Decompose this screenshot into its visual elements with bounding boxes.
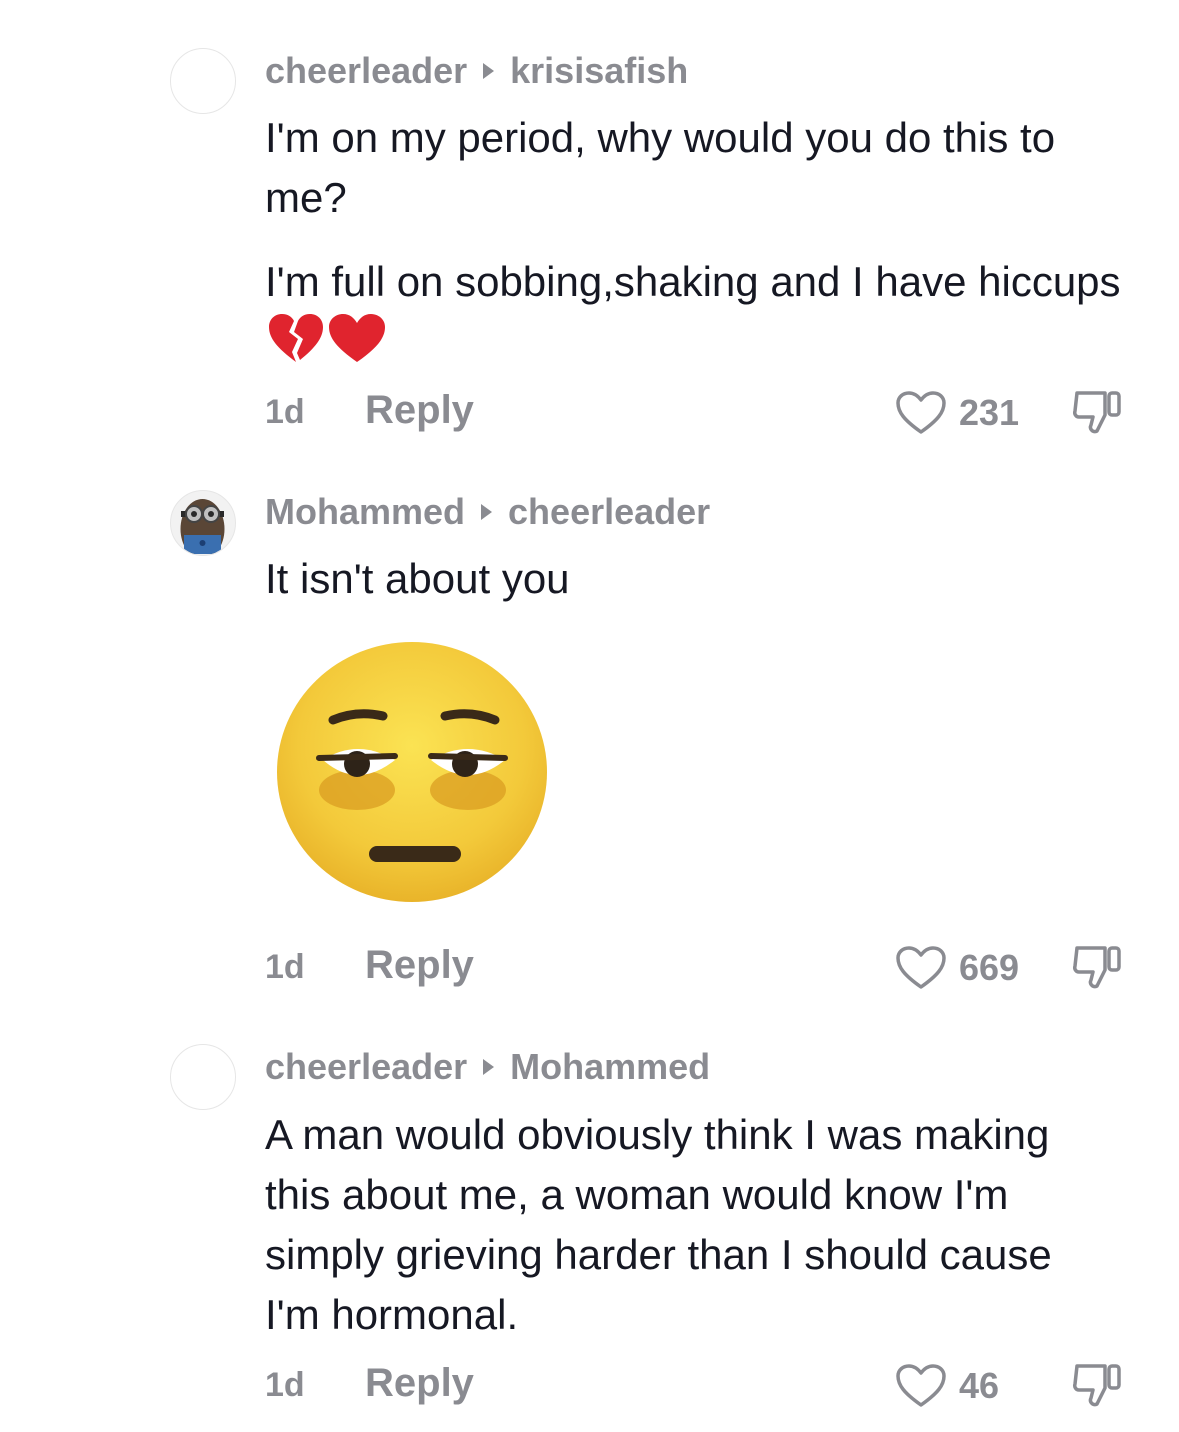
heart-outline-icon (896, 391, 946, 434)
reply-button[interactable]: Reply (365, 388, 474, 433)
avatar-blank[interactable] (170, 1044, 236, 1110)
dislike-icon[interactable] (1071, 942, 1127, 994)
heart-outline-icon (896, 1364, 946, 1407)
reply-to-name[interactable]: krisisafish (510, 50, 688, 92)
comment-actions: 1d Reply 231 (265, 383, 1145, 443)
comment-paragraph: I'm full on sobbing,shaking and I have h… (265, 252, 1145, 380)
like-count: 669 (959, 947, 1020, 988)
reply-to-name[interactable]: cheerleader (508, 491, 710, 533)
reply-button[interactable]: Reply (365, 943, 474, 988)
like-button[interactable]: 669 (895, 938, 1019, 998)
reply-to-name[interactable]: Mohammed (510, 1046, 710, 1088)
comment-header: cheerleader krisisafish (265, 50, 688, 92)
comment-text: It isn't about you (265, 549, 1145, 609)
comment-paragraph: It isn't about you (265, 555, 570, 602)
like-count: 231 (959, 392, 1020, 433)
avatar-blank[interactable] (170, 48, 236, 114)
comment-paragraph: I'm on my period, why would you do this … (265, 114, 1056, 221)
like-button[interactable]: 46 (895, 1356, 999, 1416)
comment-actions: 1d Reply 46 (265, 1356, 1145, 1416)
reply-button[interactable]: Reply (365, 1361, 474, 1406)
avatar-minion[interactable] (170, 490, 236, 556)
author-name[interactable]: Mohammed (265, 491, 465, 533)
dislike-icon[interactable] (1071, 1360, 1127, 1412)
reply-arrow-icon (483, 63, 495, 79)
comment-paragraph-text: I'm full on sobbing,shaking and I have h… (265, 258, 1121, 305)
like-count: 46 (959, 1365, 1000, 1406)
comment-text: I'm on my period, why would you do this … (265, 108, 1145, 380)
timestamp: 1d (265, 948, 305, 986)
author-name[interactable]: cheerleader (265, 1046, 467, 1088)
comment-paragraph: A man would obviously think I was making… (265, 1111, 1052, 1338)
unamused-face-sticker (275, 640, 550, 910)
timestamp: 1d (265, 393, 305, 431)
reply-arrow-icon (481, 504, 493, 520)
unamused-face-icon (277, 642, 547, 902)
comment-text: A man would obviously think I was making… (265, 1105, 1085, 1345)
like-button[interactable]: 231 (895, 383, 1019, 443)
reply-arrow-icon (483, 1059, 495, 1075)
broken-heart-icon (267, 312, 325, 380)
author-name[interactable]: cheerleader (265, 50, 467, 92)
comment-header: cheerleader Mohammed (265, 1046, 710, 1088)
timestamp: 1d (265, 1366, 305, 1404)
red-heart-icon (327, 312, 387, 380)
comment-actions: 1d Reply 669 (265, 938, 1145, 998)
comment-1: cheerleader krisisafish I'm on my period… (0, 0, 1179, 460)
dislike-icon[interactable] (1071, 387, 1127, 439)
comment-header: Mohammed cheerleader (265, 491, 710, 533)
heart-outline-icon (896, 946, 946, 989)
